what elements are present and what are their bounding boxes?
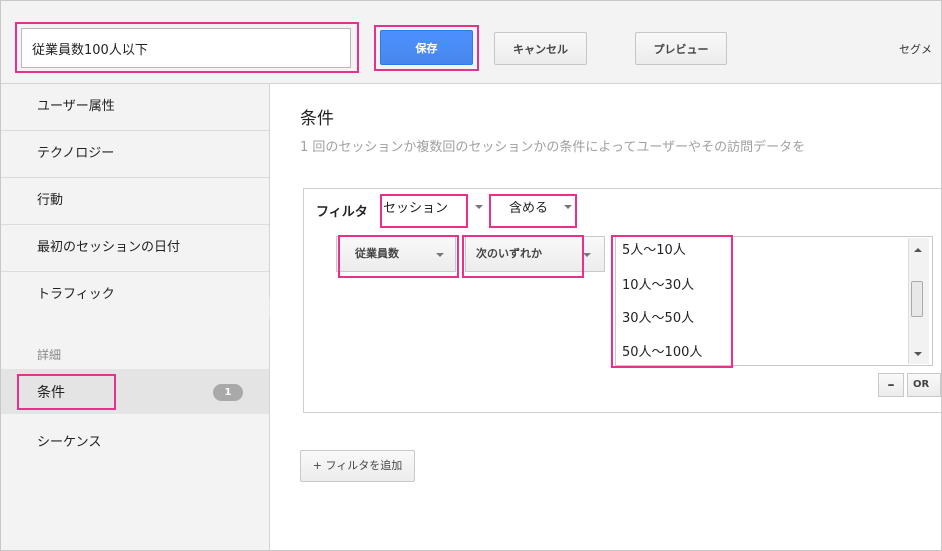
list-item[interactable]: 50人～100人 <box>622 341 702 360</box>
include-chevron-down-icon[interactable] <box>564 205 572 209</box>
cancel-button[interactable]: キャンセル <box>494 32 587 65</box>
scope-chevron-down-icon[interactable] <box>475 205 483 209</box>
sidebar-advanced-header: 詳細 <box>37 348 62 362</box>
segment-label-truncated: セグメ <box>899 43 932 56</box>
scroll-thumb[interactable] <box>911 281 923 317</box>
sidebar-item-conditions-label: 条件 <box>37 385 65 401</box>
list-item[interactable]: 5人～10人 <box>622 239 686 258</box>
scope-select[interactable]: セッション <box>383 197 448 216</box>
sidebar-item-traffic[interactable]: トラフィック <box>1 272 269 319</box>
include-select[interactable]: 含める <box>509 197 548 216</box>
main-panel: 条件 1 回のセッションか複数回のセッションかの条件によってユーザーやその訪問デ… <box>270 84 941 550</box>
remove-condition-button[interactable]: – <box>878 373 904 397</box>
sidebar-item-sequences[interactable]: シーケンス <box>37 431 101 450</box>
save-button[interactable]: 保存 <box>380 30 473 65</box>
scroll-up-icon[interactable] <box>914 248 922 252</box>
sidebar-item-behavior[interactable]: 行動 <box>1 178 269 225</box>
scroll-down-icon[interactable] <box>914 352 922 356</box>
operator-chevron-down-icon[interactable] <box>583 253 591 257</box>
sidebar-item-first-session-date[interactable]: 最初のセッションの日付 <box>1 225 269 272</box>
list-item[interactable]: 10人～30人 <box>622 274 694 293</box>
conditions-count-badge: 1 <box>213 384 243 401</box>
page-title: 条件 <box>300 109 334 129</box>
dimension-chevron-down-icon[interactable] <box>436 253 444 257</box>
or-button[interactable]: OR <box>907 373 941 397</box>
preview-button[interactable]: プレビュー <box>635 32 727 65</box>
list-item[interactable]: 30人～50人 <box>622 307 694 326</box>
segment-name-input[interactable] <box>21 28 351 68</box>
sidebar: ユーザー属性 テクノロジー 行動 最初のセッションの日付 トラフィック 詳細 条… <box>1 84 270 550</box>
segment-editor: 保存 キャンセル プレビュー セグメ ユーザー属性 テクノロジー 行動 最初のセ… <box>0 0 942 551</box>
filter-label: フィルタ <box>316 205 368 220</box>
sidebar-item-technology[interactable]: テクノロジー <box>1 131 269 178</box>
page-description: 1 回のセッションか複数回のセッションかの条件によってユーザーやその訪問データを <box>300 140 806 155</box>
top-bar: 保存 キャンセル プレビュー セグメ <box>1 1 941 84</box>
add-filter-button[interactable]: + フィルタを追加 <box>300 450 415 482</box>
sidebar-item-demographics[interactable]: ユーザー属性 <box>1 84 269 131</box>
